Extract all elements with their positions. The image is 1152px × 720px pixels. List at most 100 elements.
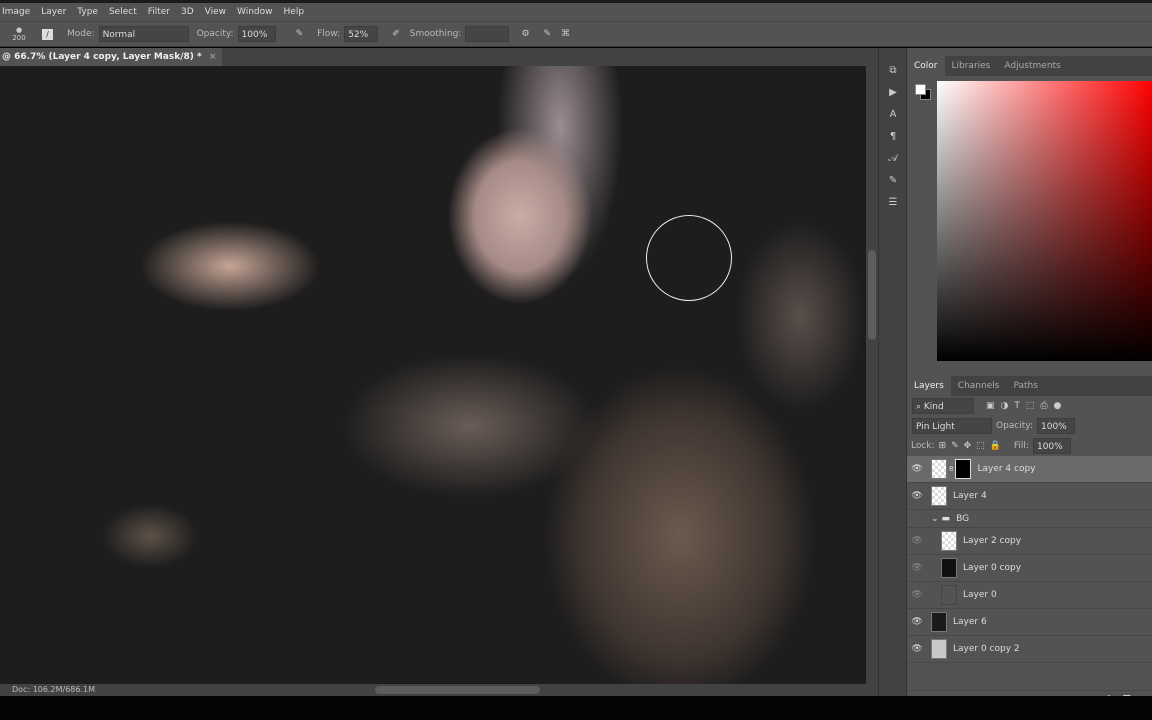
filter-type-icons[interactable]: ▣◑T⬚⎙●	[986, 401, 1067, 411]
pressure-opacity-icon[interactable]: ✎	[296, 29, 304, 39]
expand-chevron-icon[interactable]: ⌄	[931, 514, 939, 524]
panel-icon-strip: ⧉ ▶ A ¶ 𝒜 ✎ ☰	[878, 48, 906, 696]
flow-input[interactable]: 52%	[344, 26, 379, 42]
layer-name: Layer 4 copy	[977, 464, 1036, 474]
link-icon: 8	[949, 465, 954, 473]
layer-row[interactable]: 👁 Layer 0 copy 2	[907, 636, 1152, 663]
color-panel-tabs: Color Libraries Adjustments	[907, 56, 1152, 76]
folder-icon: ▬	[941, 513, 951, 524]
document-title: @ 66.7% (Layer 4 copy, Layer Mask/8) *	[2, 52, 202, 62]
menu-filter[interactable]: Filter	[148, 7, 170, 17]
tab-channels[interactable]: Channels	[951, 376, 1007, 396]
horizontal-scroll-thumb[interactable]	[375, 686, 540, 694]
brush-settings-panel-icon[interactable]: ✎	[879, 170, 907, 192]
visibility-eye-icon[interactable]: 👁	[907, 491, 927, 501]
menu-bar: Image Layer Type Select Filter 3D View W…	[0, 0, 1152, 21]
opacity-label: Opacity:	[196, 29, 234, 39]
brush-cursor	[646, 215, 732, 301]
tab-layers[interactable]: Layers	[907, 376, 951, 396]
menu-window[interactable]: Window	[237, 7, 273, 17]
layer-name: Layer 2 copy	[963, 536, 1022, 546]
foreground-color-swatch[interactable]	[915, 84, 926, 95]
smoothing-label: Smoothing:	[409, 29, 462, 39]
group-row[interactable]: ▢ ⌄ ▬ BG	[907, 510, 1152, 528]
visibility-eye-icon[interactable]: 👁	[907, 536, 927, 546]
menu-view[interactable]: View	[205, 7, 226, 17]
visibility-eye-icon[interactable]: 👁	[907, 563, 927, 573]
brush-settings-icon[interactable]: /	[42, 28, 53, 40]
layer-mask-thumbnail[interactable]	[955, 459, 972, 479]
menu-select[interactable]: Select	[109, 7, 137, 17]
color-picker-field[interactable]	[937, 81, 1152, 361]
layer-opacity-input[interactable]: 100%	[1037, 418, 1075, 434]
document-tab[interactable]: @ 66.7% (Layer 4 copy, Layer Mask/8) * ×	[0, 48, 223, 66]
layers-panel: Layers Channels Paths ⌕ Kind ▣◑T⬚⎙● Pin …	[907, 376, 1152, 708]
airbrush-icon[interactable]: ✐	[392, 29, 400, 39]
layer-row[interactable]: 👁 Layer 2 copy	[907, 528, 1152, 555]
blend-mode-select[interactable]: Pin Light	[912, 418, 992, 434]
menu-layer[interactable]: Layer	[41, 7, 66, 17]
visibility-eye-icon[interactable]: 👁	[907, 644, 927, 654]
layer-row[interactable]: 👁 Layer 6	[907, 609, 1152, 636]
lock-label: Lock:	[911, 441, 935, 451]
layer-name: Layer 0	[963, 590, 997, 600]
opacity-input[interactable]: 100%	[237, 26, 276, 42]
layer-name: Layer 4	[953, 491, 987, 501]
glyphs-icon[interactable]: 𝒜	[879, 148, 907, 170]
layer-thumbnail	[941, 558, 957, 578]
layer-thumbnail	[941, 531, 957, 551]
gear-icon[interactable]: ⚙	[521, 29, 529, 39]
visibility-eye-icon[interactable]: 👁	[907, 617, 927, 627]
layer-row[interactable]: 👁 Layer 0 copy	[907, 555, 1152, 582]
flow-label: Flow:	[317, 29, 341, 39]
layer-opacity-label: Opacity:	[996, 421, 1033, 431]
pressure-size-icon[interactable]: ✎	[544, 29, 552, 39]
canvas-artwork[interactable]	[0, 66, 866, 684]
menu-image[interactable]: Image	[2, 7, 30, 17]
properties-icon[interactable]: ☰	[879, 192, 907, 214]
paragraph-icon[interactable]: ¶	[879, 126, 907, 148]
layer-row[interactable]: 👁 Layer 0	[907, 582, 1152, 609]
visibility-eye-icon[interactable]: 👁	[907, 590, 927, 600]
vertical-scroll-thumb[interactable]	[868, 250, 876, 340]
menu-3d[interactable]: 3D	[181, 7, 194, 17]
filter-kind-value: Kind	[923, 402, 944, 412]
history-icon[interactable]: ⧉	[879, 60, 907, 82]
filter-kind-select[interactable]: ⌕ Kind	[912, 398, 974, 414]
tab-color[interactable]: Color	[907, 56, 945, 76]
right-panels: Color Libraries Adjustments Layers Chann…	[906, 48, 1152, 705]
layer-row[interactable]: 👁 8 Layer 4 copy	[907, 456, 1152, 483]
actions-play-icon[interactable]: ▶	[879, 82, 907, 104]
layer-row[interactable]: 👁 Layer 4	[907, 483, 1152, 510]
fill-label: Fill:	[1013, 441, 1029, 451]
bottom-black-bar	[0, 696, 1152, 720]
brush-size: 200	[12, 34, 26, 42]
lock-icons[interactable]: ⊞✎✥⬚🔒	[939, 441, 1006, 451]
layer-name: Layer 0 copy 2	[953, 644, 1020, 654]
layer-thumbnail	[931, 459, 947, 479]
mode-select[interactable]: Normal	[98, 26, 189, 42]
visibility-eye-icon[interactable]: 👁	[907, 464, 927, 474]
layer-name: Layer 0 copy	[963, 563, 1022, 573]
smoothing-input[interactable]	[465, 26, 510, 42]
menu-type[interactable]: Type	[77, 7, 98, 17]
symmetry-icon[interactable]: ⌘	[561, 29, 570, 39]
close-tab-icon[interactable]: ×	[209, 52, 217, 62]
menu-help[interactable]: Help	[284, 7, 305, 17]
layer-name: Layer 6	[953, 617, 987, 627]
fill-input[interactable]: 100%	[1032, 438, 1071, 454]
layer-thumbnail	[931, 486, 947, 506]
document-tab-bar: @ 66.7% (Layer 4 copy, Layer Mask/8) * ×	[0, 48, 878, 66]
visibility-toggle-off[interactable]: ▢	[907, 514, 927, 524]
group-name: BG	[956, 513, 970, 524]
options-bar: ● 200 / Mode: Normal Opacity: 100% ✎ Flow…	[0, 21, 1152, 47]
character-icon[interactable]: A	[879, 104, 907, 126]
layer-thumbnail	[941, 585, 957, 605]
vertical-scrollbar[interactable]	[866, 66, 878, 684]
tab-libraries[interactable]: Libraries	[945, 56, 998, 76]
tab-paths[interactable]: Paths	[1006, 376, 1044, 396]
brush-preset-picker[interactable]: ● 200	[4, 26, 34, 42]
layer-thumbnail	[931, 639, 947, 659]
doc-size: Doc: 106.2M/686.1M	[12, 685, 95, 694]
tab-adjustments[interactable]: Adjustments	[997, 56, 1067, 76]
